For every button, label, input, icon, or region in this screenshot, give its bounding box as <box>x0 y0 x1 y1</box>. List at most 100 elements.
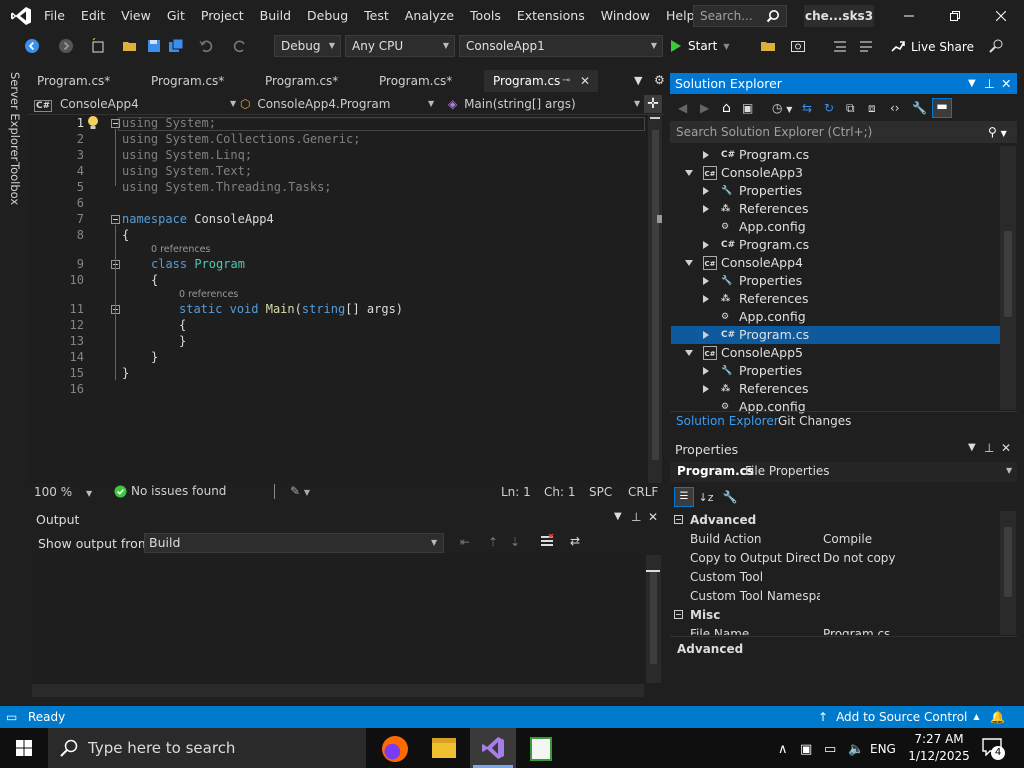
minimize-button[interactable] <box>886 0 932 32</box>
property-row[interactable]: Custom Tool <box>670 568 1000 587</box>
prop-pin-icon[interactable]: ⊥ <box>984 441 994 455</box>
menu-tools[interactable]: Tools <box>462 0 509 32</box>
breakpoint-icon[interactable] <box>858 38 874 54</box>
notifications-bell-icon[interactable]: 🔔 <box>990 706 1005 728</box>
tab-program-cs-2[interactable]: Program.cs* <box>142 70 252 92</box>
alphabetical-icon[interactable]: ↓z <box>694 491 718 504</box>
solution-configuration-select[interactable]: Debug ▼ <box>274 35 341 57</box>
tree-item[interactable]: ⁂ References <box>671 290 1000 308</box>
se-properties-icon[interactable]: 🔧 <box>912 101 932 115</box>
property-row[interactable]: Custom Tool Namespace <box>670 587 1000 606</box>
se-pending-changes-icon[interactable]: ◷ ▼ <box>772 101 802 115</box>
add-to-source-control-button[interactable]: ↑ Add to Source Control ▲ <box>818 706 980 728</box>
startup-project-select[interactable]: ConsoleApp1 ▼ <box>459 35 663 57</box>
output-pin-icon[interactable]: ⊥ <box>631 510 641 524</box>
property-row[interactable]: Copy to Output Director Do not copy <box>670 549 1000 568</box>
category-misc[interactable]: Misc <box>670 606 1000 625</box>
pin-tab-icon[interactable]: ⊸ <box>562 70 570 92</box>
code-cleanup-icon[interactable]: ✎ ▼ <box>290 484 310 498</box>
tree-item[interactable]: C# ConsoleApp4 <box>671 254 1000 272</box>
project-nav-select[interactable]: C# ConsoleApp4 ▼ <box>34 95 236 113</box>
tab-git-changes[interactable]: Git Changes <box>778 414 851 428</box>
menu-git[interactable]: Git <box>159 0 193 32</box>
output-horizontal-scrollbar[interactable] <box>32 684 644 697</box>
tab-program-cs-active[interactable]: Program.cs ⊸ ✕ <box>484 70 598 92</box>
tree-item[interactable]: C# Program.cs <box>671 326 1000 344</box>
forward-navigate-icon[interactable] <box>58 38 74 54</box>
expanded-chevron-icon[interactable] <box>685 350 693 356</box>
menu-view[interactable]: View <box>113 0 159 32</box>
redo-icon[interactable] <box>232 38 248 54</box>
property-pages-icon[interactable]: 🔧 <box>718 490 742 504</box>
output-scroll-thumb[interactable] <box>650 572 657 664</box>
menu-window[interactable]: Window <box>593 0 658 32</box>
column-indicator[interactable]: Ch: 1 <box>544 485 575 499</box>
file-explorer-icon[interactable] <box>432 738 456 758</box>
codelens-references[interactable]: 0 references <box>151 244 210 255</box>
tab-program-cs-4[interactable]: Program.cs* <box>370 70 480 92</box>
undo-icon[interactable] <box>198 38 214 54</box>
folder-view-icon[interactable] <box>760 38 776 54</box>
line-ending-indicator[interactable]: CRLF <box>628 485 658 499</box>
tree-item[interactable]: ⚙ App.config <box>671 308 1000 326</box>
collapsed-chevron-icon[interactable] <box>703 385 709 393</box>
se-collapse-all-icon[interactable]: ⧉ <box>846 101 868 116</box>
solution-name-badge[interactable]: che...sks3 <box>804 5 874 27</box>
action-center-icon[interactable]: 4 <box>982 738 1006 760</box>
clear-all-icon[interactable] <box>540 534 554 548</box>
prev-message-icon[interactable]: ⇡ <box>488 535 498 549</box>
menu-extensions[interactable]: Extensions <box>509 0 593 32</box>
settings-gear-icon[interactable]: ⚙ <box>654 73 665 87</box>
fold-toggle-icon[interactable] <box>111 215 120 224</box>
tree-item[interactable]: ⚙ App.config <box>671 218 1000 236</box>
editor-scroll-thumb[interactable] <box>652 130 659 460</box>
properties-object-select[interactable]: Program.cs File Properties ▼ <box>670 462 1017 482</box>
tray-device-icon[interactable]: ▣ <box>800 742 824 757</box>
se-sync-icon[interactable]: ⇆ <box>802 101 824 115</box>
menu-edit[interactable]: Edit <box>73 0 113 32</box>
prop-close-icon[interactable]: ✕ <box>1001 441 1011 455</box>
tree-item[interactable]: C# ConsoleApp5 <box>671 344 1000 362</box>
tree-item[interactable]: C# ConsoleApp3 <box>671 164 1000 182</box>
expanded-chevron-icon[interactable] <box>685 170 693 176</box>
member-nav-select[interactable]: ◈ Main(string[] args) ▼ <box>448 95 640 113</box>
se-show-all-files-icon[interactable]: ⧈ <box>868 101 890 116</box>
notepad-plus-icon[interactable] <box>530 737 552 761</box>
taskbar-search-input[interactable]: Type here to search <box>48 728 366 768</box>
close-window-button[interactable] <box>978 0 1024 32</box>
tab-program-cs-3[interactable]: Program.cs* <box>256 70 366 92</box>
property-value[interactable]: Do not copy <box>823 549 896 568</box>
status-output-icon[interactable]: ▭ <box>6 706 17 728</box>
feedback-icon[interactable] <box>988 38 1004 54</box>
menu-build[interactable]: Build <box>252 0 299 32</box>
find-message-icon[interactable]: ⇤ <box>460 535 470 549</box>
tree-item[interactable]: C# Program.cs <box>671 236 1000 254</box>
new-project-icon[interactable] <box>90 38 106 54</box>
lightbulb-icon[interactable] <box>86 115 100 132</box>
tree-item[interactable]: C# Program.cs <box>671 146 1000 164</box>
issues-indicator[interactable]: No issues found <box>114 484 226 498</box>
spacing-indicator[interactable]: SPC <box>589 485 612 499</box>
collapsed-chevron-icon[interactable] <box>703 205 709 213</box>
categorized-icon[interactable]: ☰ <box>674 487 694 507</box>
tab-overflow-icon[interactable]: ▼ <box>634 74 642 87</box>
se-switch-views-icon[interactable]: ▣ <box>742 101 772 115</box>
tray-overflow-icon[interactable]: ∧ <box>778 742 800 757</box>
clock[interactable]: 7:27 AM 1/12/2025 <box>906 731 972 765</box>
se-menu-icon[interactable]: ▼ <box>968 73 976 94</box>
open-folder-icon[interactable] <box>122 38 138 54</box>
tree-item[interactable]: 🔧 Properties <box>671 182 1000 200</box>
output-source-select[interactable]: Build ▼ <box>144 533 444 553</box>
close-tab-icon[interactable]: ✕ <box>580 70 590 92</box>
start-debugging-button[interactable]: Start ▼ <box>670 38 729 54</box>
next-message-icon[interactable]: ⇣ <box>510 535 520 549</box>
live-share-button[interactable]: Live Share <box>890 39 974 55</box>
back-navigate-icon[interactable] <box>24 38 40 54</box>
windows-start-icon[interactable] <box>16 740 32 756</box>
collapsed-chevron-icon[interactable] <box>703 295 709 303</box>
category-advanced[interactable]: Advanced <box>670 511 1000 530</box>
restore-button[interactable] <box>932 0 978 32</box>
network-icon[interactable]: ▭ <box>824 742 848 757</box>
collapsed-chevron-icon[interactable] <box>703 151 709 159</box>
visual-studio-taskbar-button[interactable] <box>470 728 516 768</box>
